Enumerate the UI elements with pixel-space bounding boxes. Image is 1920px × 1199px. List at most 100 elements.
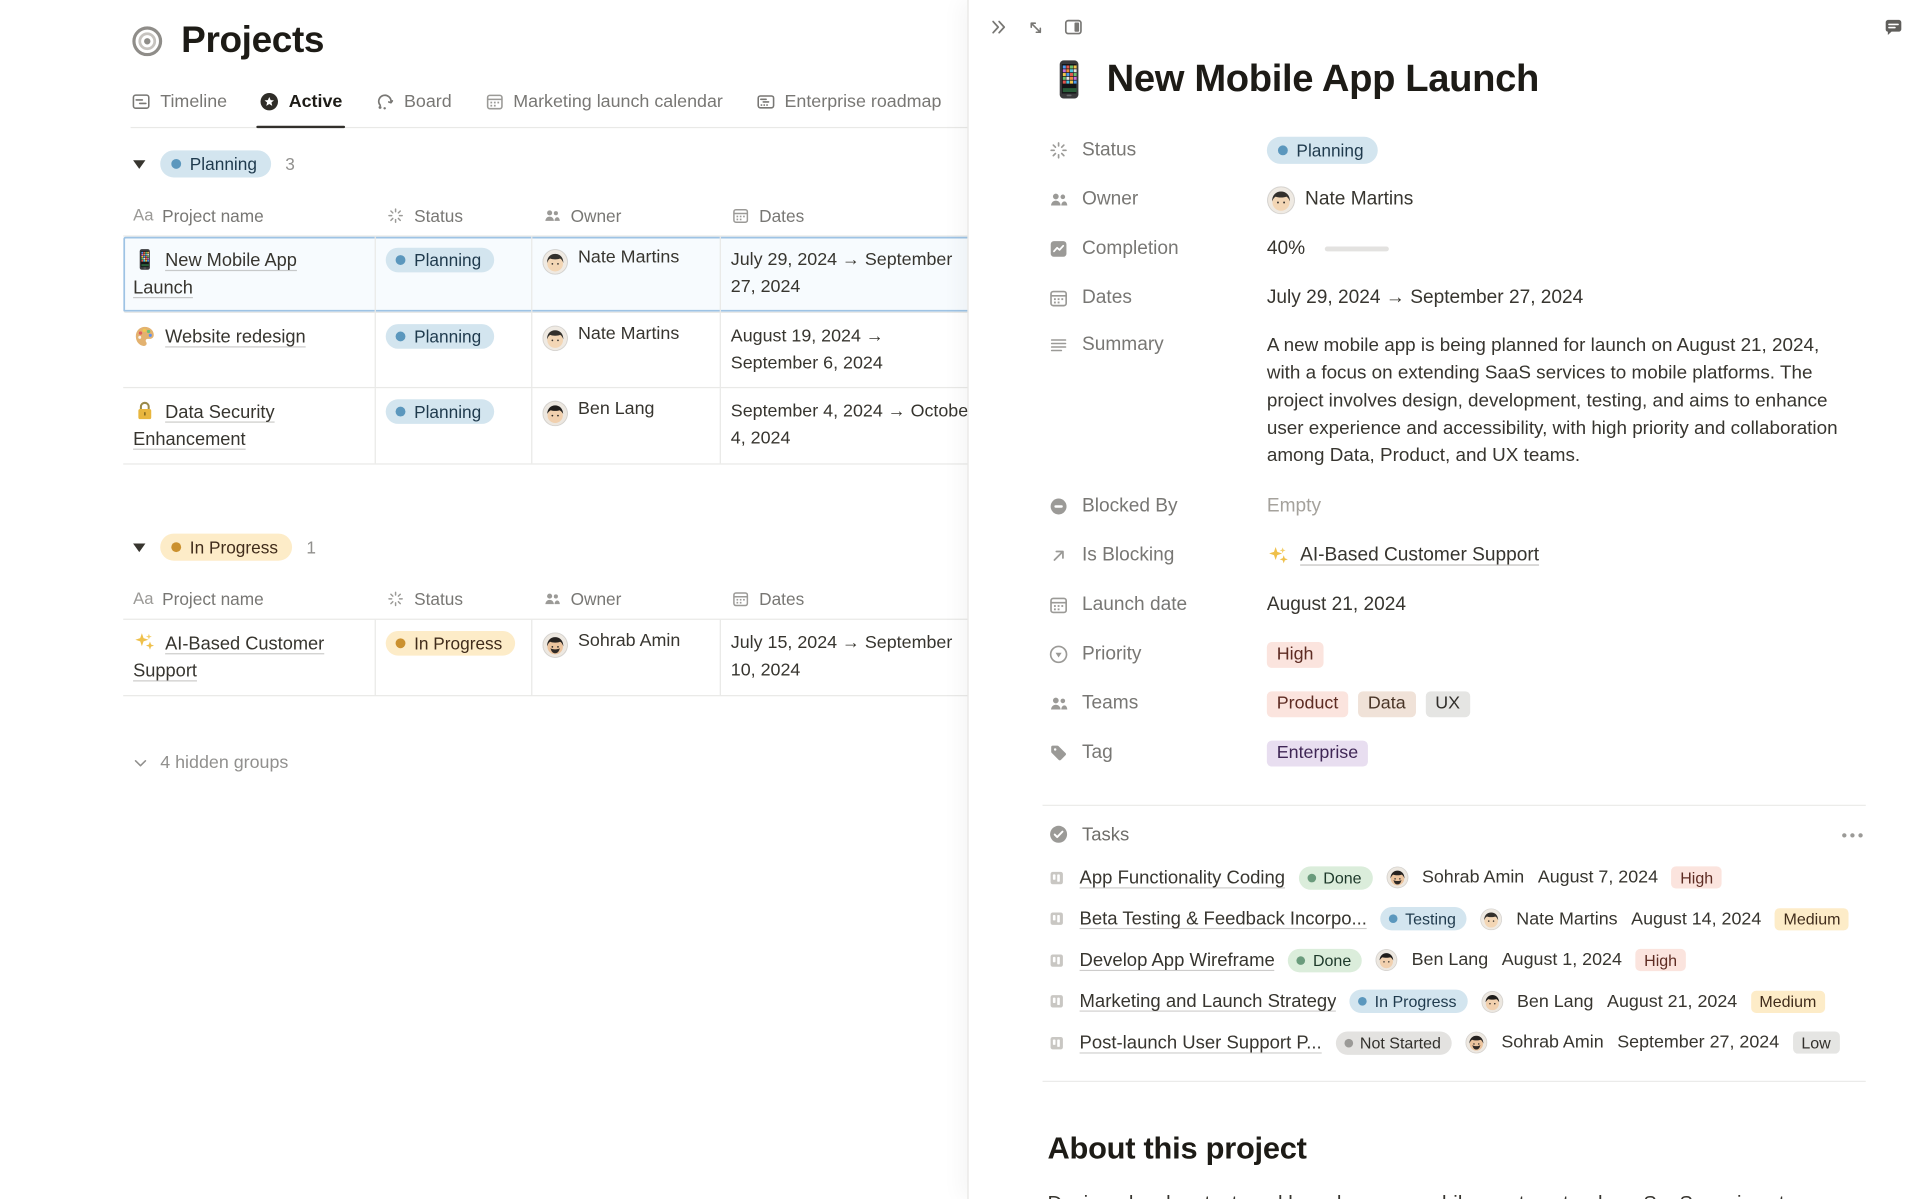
dates-cell[interactable]: September 4, 2024 → October 4, 2024	[721, 388, 986, 463]
table-row[interactable]: Data Security Enhancement Planning Ben L…	[123, 388, 1060, 464]
dates-cell[interactable]: August 19, 2024 → September 6, 2024	[721, 313, 986, 387]
column-status[interactable]: Status	[376, 588, 533, 608]
task-row[interactable]: Post-launch User Support P... Not Starte…	[1047, 1022, 1865, 1063]
tab-board[interactable]: Board	[374, 91, 451, 112]
divider	[1043, 805, 1866, 806]
column-owner[interactable]: Owner	[532, 588, 721, 608]
task-board-icon	[1047, 868, 1065, 886]
tab-marketing-launch-calendar[interactable]: Marketing launch calendar	[484, 91, 723, 112]
avatar	[1267, 185, 1295, 213]
calendar-icon	[731, 588, 751, 608]
status-cell[interactable]: Planning	[376, 237, 533, 312]
close-peek-button[interactable]	[987, 16, 1009, 38]
collapse-triangle-icon[interactable]	[133, 543, 145, 552]
tag-value[interactable]: Enterprise	[1267, 741, 1368, 767]
double-chevron-right-icon	[987, 16, 1009, 38]
status-value[interactable]: Planning	[1267, 137, 1377, 164]
comment-icon	[1882, 16, 1905, 39]
tab-timeline[interactable]: Timeline	[131, 91, 227, 112]
table-row[interactable]: AI-Based Customer Support In Progress So…	[123, 620, 1060, 696]
is-blocking-value[interactable]: AI-Based Customer Support	[1267, 545, 1539, 568]
property-completion: Completion 40%	[1047, 224, 1870, 273]
table-row[interactable]: Website redesign Planning Nate Martins A…	[123, 313, 1060, 388]
tasks-menu-button[interactable]: •••	[1842, 826, 1866, 844]
status-cell[interactable]: Planning	[376, 313, 533, 387]
property-tag: Tag Enterprise	[1047, 729, 1870, 778]
dates-cell[interactable]: July 29, 2024 → September 27, 2024	[721, 237, 986, 312]
projects-page: Projects Timeline Active Board Marketing…	[0, 0, 1060, 773]
task-row[interactable]: Marketing and Launch Strategy In Progres…	[1047, 981, 1865, 1022]
arrow-ne-icon	[1047, 545, 1069, 567]
group-in-progress-pill[interactable]: In Progress	[160, 534, 291, 561]
owner-cell[interactable]: Ben Lang	[532, 388, 721, 463]
column-dates[interactable]: Dates	[721, 588, 986, 608]
task-row[interactable]: App Functionality Coding Done Sohrab Ami…	[1047, 857, 1865, 898]
column-status[interactable]: Status	[376, 205, 533, 225]
group-planning-pill[interactable]: Planning	[160, 150, 270, 177]
property-dates: Dates July 29, 2024 → September 27, 2024	[1047, 274, 1870, 323]
lock-emoji-icon	[133, 399, 156, 422]
owner-cell[interactable]: Nate Martins	[532, 313, 721, 387]
hidden-groups-toggle[interactable]: 4 hidden groups	[131, 753, 1060, 773]
avatar	[542, 249, 568, 275]
launch-date-value[interactable]: August 21, 2024	[1267, 595, 1406, 617]
column-dates[interactable]: Dates	[721, 205, 986, 225]
blocked-by-value[interactable]: Empty	[1267, 496, 1321, 518]
priority-value[interactable]: High	[1267, 642, 1323, 668]
sparkles-emoji-icon	[1267, 545, 1290, 568]
phone-emoji-icon[interactable]	[1047, 57, 1090, 100]
view-tabs: Timeline Active Board Marketing launch c…	[131, 91, 968, 128]
avatar	[542, 401, 568, 427]
table-header: Aa Project name Status Owner Dates	[123, 578, 1060, 620]
side-peek-mode-button[interactable]	[1062, 16, 1084, 38]
property-owner: Owner Nate Martins	[1047, 175, 1870, 224]
column-project-name[interactable]: Aa Project name	[123, 205, 376, 225]
status-spinner-icon	[386, 205, 406, 225]
dates-cell[interactable]: July 15, 2024 → September 10, 2024	[721, 620, 986, 695]
column-owner[interactable]: Owner	[532, 205, 721, 225]
progress-bar	[1325, 246, 1389, 252]
side-peek-icon	[1062, 16, 1084, 38]
project-name-cell[interactable]: New Mobile App Launch	[123, 237, 376, 312]
calendar-icon	[1047, 287, 1069, 309]
project-name-cell[interactable]: AI-Based Customer Support	[123, 620, 376, 695]
tab-active[interactable]: Active	[259, 91, 342, 112]
owner-value[interactable]: Nate Martins	[1267, 185, 1413, 213]
chart-icon	[1047, 238, 1069, 260]
summary-value[interactable]: A new mobile app is being planned for la…	[1267, 333, 1846, 470]
target-icon	[131, 24, 164, 57]
dates-value[interactable]: July 29, 2024 → September 27, 2024	[1267, 287, 1583, 309]
table-row[interactable]: New Mobile App Launch Planning Nate Mart…	[123, 237, 1060, 313]
project-name-cell[interactable]: Website redesign	[123, 313, 376, 387]
task-board-icon	[1047, 951, 1065, 969]
column-project-name[interactable]: Aa Project name	[123, 588, 376, 608]
about-text[interactable]: Design, develop, test, and launch a new …	[1047, 1189, 1870, 1199]
avatar	[1481, 990, 1503, 1012]
project-name-cell[interactable]: Data Security Enhancement	[123, 388, 376, 463]
open-full-page-button[interactable]	[1025, 17, 1046, 38]
status-cell[interactable]: Planning	[376, 388, 533, 463]
collapse-triangle-icon[interactable]	[133, 160, 145, 169]
teams-value[interactable]: Product Data UX	[1267, 691, 1470, 717]
text-lines-icon	[1047, 334, 1069, 356]
group-planning-header[interactable]: Planning 3	[123, 150, 1060, 177]
phone-emoji-icon	[133, 248, 156, 271]
palette-emoji-icon	[133, 324, 156, 347]
task-row[interactable]: Beta Testing & Feedback Incorpo... Testi…	[1047, 898, 1865, 939]
completion-value[interactable]: 40%	[1267, 238, 1389, 260]
status-cell[interactable]: In Progress	[376, 620, 533, 695]
cycle-icon	[374, 91, 395, 112]
owner-cell[interactable]: Nate Martins	[532, 237, 721, 312]
task-board-icon	[1047, 992, 1065, 1010]
property-blocked-by: Blocked By Empty	[1047, 482, 1870, 531]
task-row[interactable]: Develop App Wireframe Done Ben Lang Augu…	[1047, 940, 1865, 981]
tab-enterprise-roadmap[interactable]: Enterprise roadmap	[755, 91, 942, 112]
status-spinner-icon	[1047, 139, 1069, 161]
group-in-progress-header[interactable]: In Progress 1	[123, 534, 1060, 561]
relation-link[interactable]: AI-Based Customer Support	[1300, 545, 1539, 567]
comments-button[interactable]	[1882, 16, 1905, 39]
avatar	[542, 632, 568, 658]
owner-cell[interactable]: Sohrab Amin	[532, 620, 721, 695]
group-count: 1	[306, 537, 316, 557]
project-title[interactable]: New Mobile App Launch	[1107, 57, 1539, 101]
